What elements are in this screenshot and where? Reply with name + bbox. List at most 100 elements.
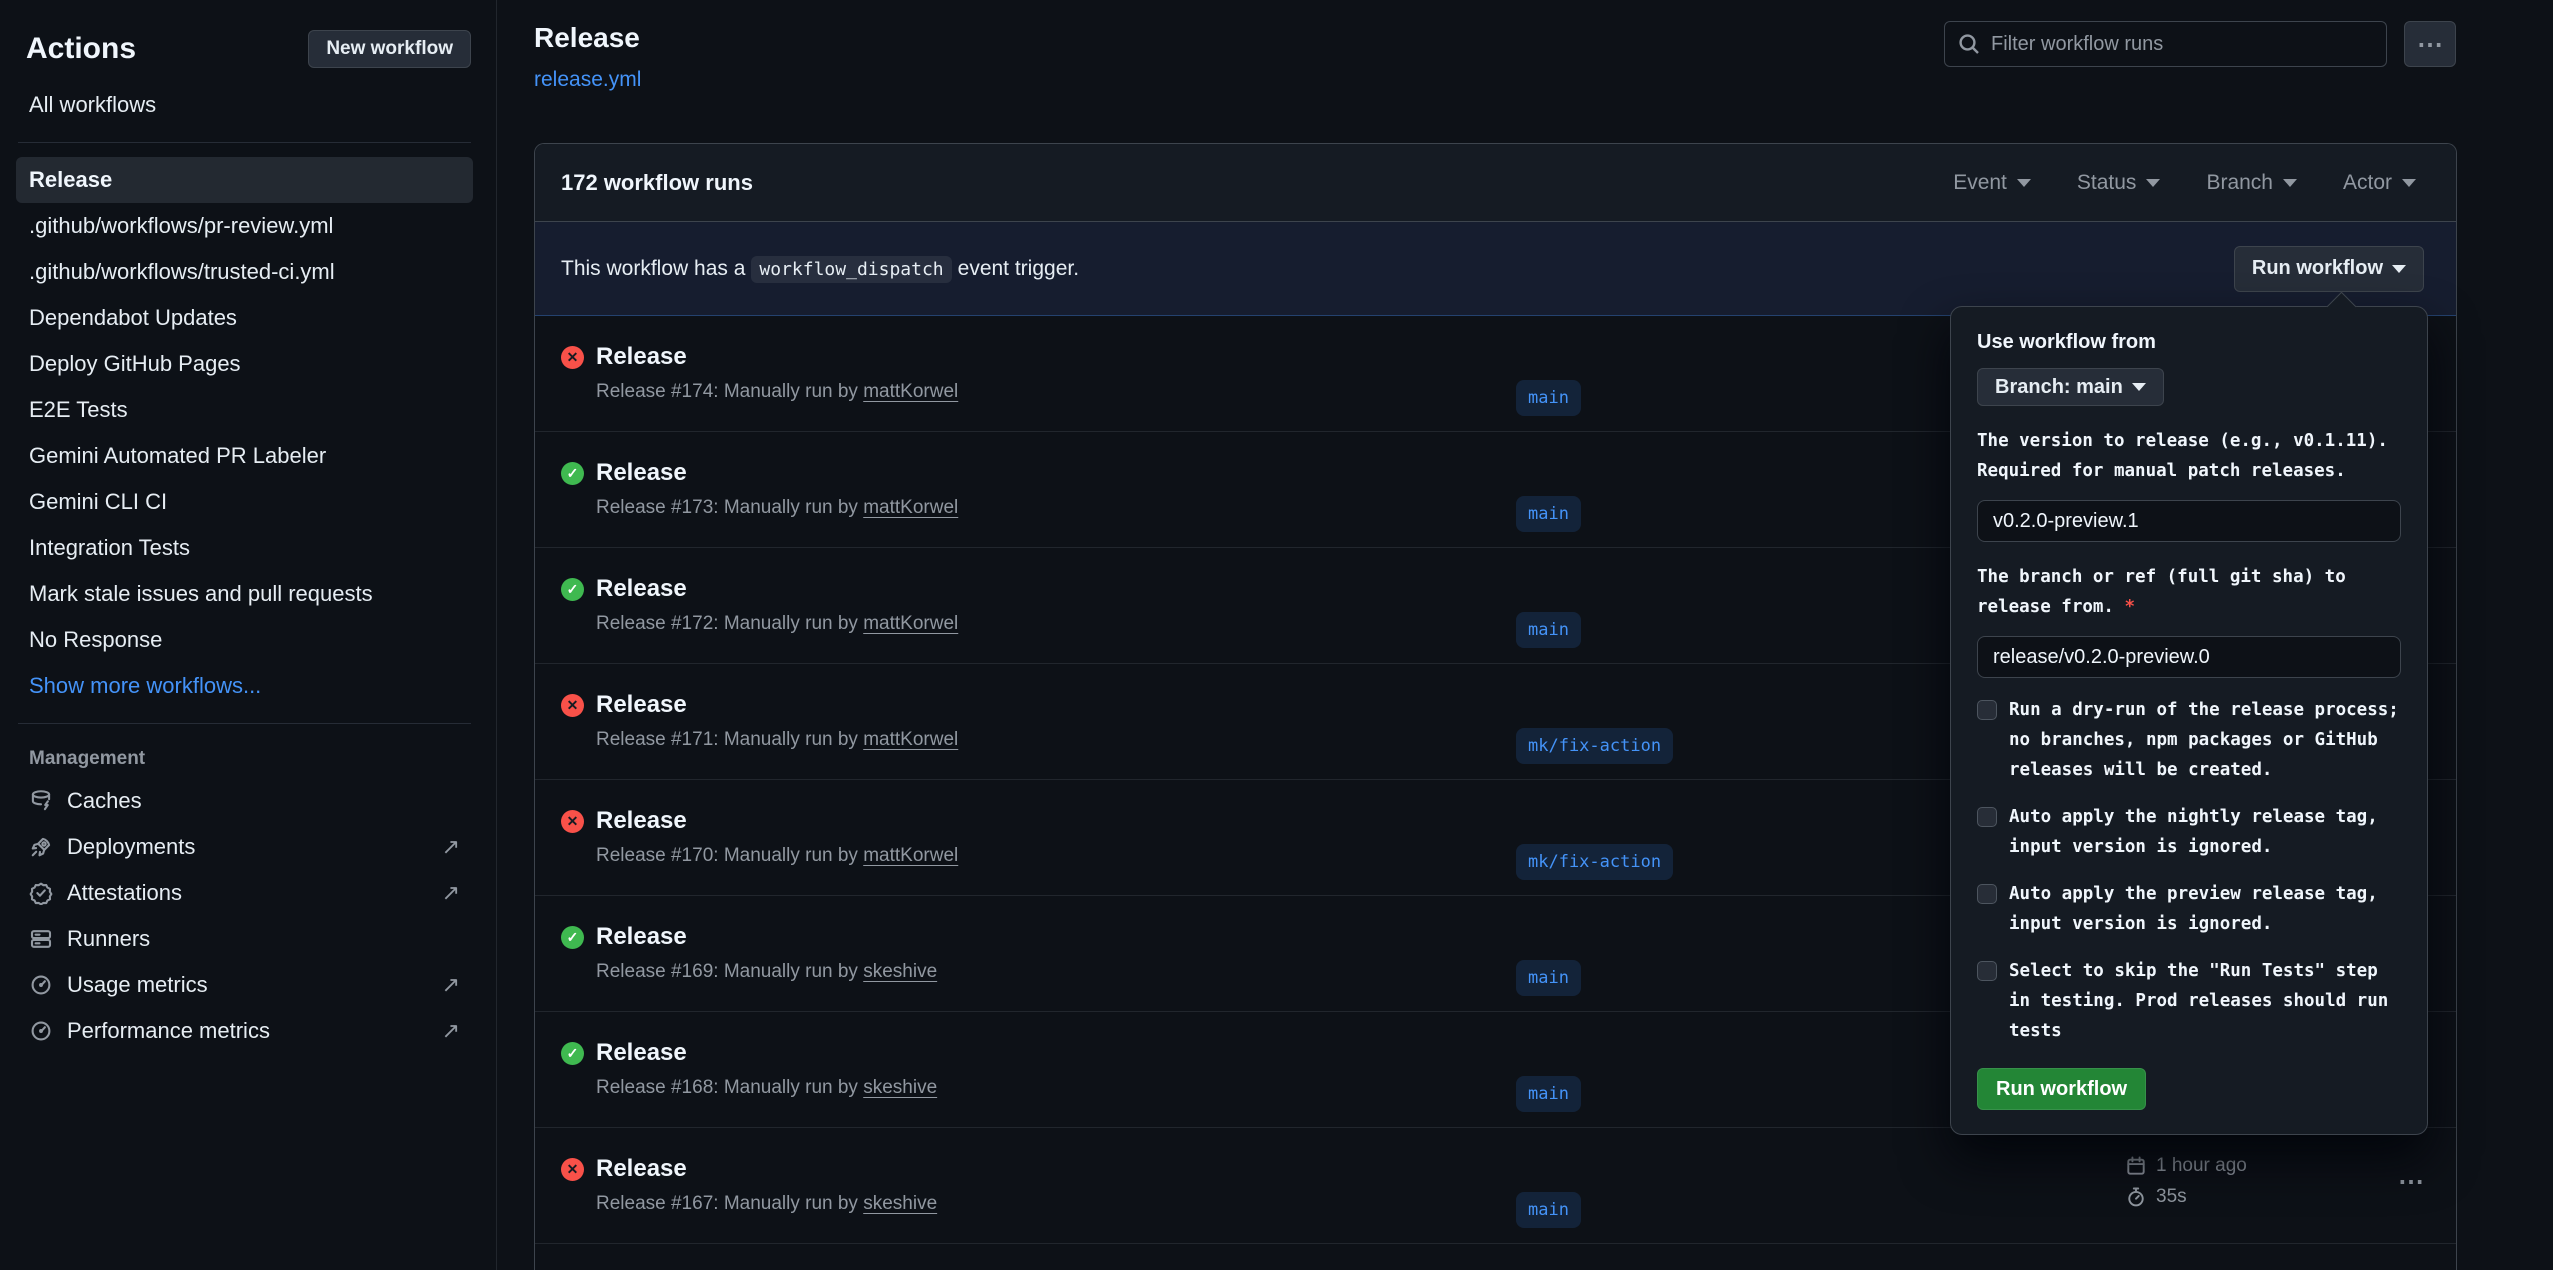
sidebar-title: Actions [26,32,136,66]
banner-text: This workflow has aworkflow_dispatcheven… [561,257,1079,281]
checkbox-input[interactable] [1977,807,1997,827]
run-actor-link[interactable]: skeshive [863,1077,937,1098]
run-title-link[interactable]: Release [596,574,687,604]
run-actor-link[interactable]: mattKorwel [863,497,958,518]
sidebar-item-management[interactable]: Usage metrics ↗ [16,962,473,1008]
run-description: Release #172: Manually run by mattKorwel [596,611,958,637]
run-info: Release Release #171: Manually run by mat… [596,690,958,753]
workflow-file-link[interactable]: release.yml [534,68,641,92]
meter-icon [29,973,53,997]
sidebar-item-management[interactable]: Performance metrics↗ [16,1008,473,1054]
success-icon: ✓ [561,926,584,949]
sidebar-item-workflow[interactable]: No Response [16,617,473,663]
sidebar-item-all-workflows[interactable]: All workflows [16,82,473,128]
run-title-link[interactable]: Release [596,458,687,488]
management-item-label: Runners [67,926,150,952]
popover-checkbox-row: Select to skip the "Run Tests" step in t… [1977,956,2401,1046]
run-description: Release #173: Manually run by mattKorwel [596,495,958,521]
workflow-list: Release.github/workflows/pr-review.yml.g… [16,157,473,663]
run-title-link[interactable]: Release [596,922,687,952]
external-link-icon: ↗ [442,972,460,998]
run-actor-link[interactable]: mattKorwel [863,613,958,634]
sidebar-item-management[interactable]: Attestations ↗ [16,870,473,916]
run-workflow-dropdown-button[interactable]: Run workflow [2234,246,2424,292]
sidebar-item-workflow[interactable]: E2E Tests [16,387,473,433]
management-item-label: Usage metrics [67,972,208,998]
branch-chip[interactable]: mk/fix-action [1516,844,1673,880]
failure-icon: ✕ [561,810,584,833]
meter-icon [29,1019,53,1043]
chevron-down-icon [2402,179,2416,187]
run-title-link[interactable]: Release [596,690,687,720]
checkbox-label: Run a dry-run of the release process; no… [2009,695,2401,785]
management-item-label: Attestations [67,880,182,906]
filter-branch[interactable]: Branch [2206,171,2297,195]
sidebar-item-workflow[interactable]: .github/workflows/trusted-ci.yml [16,249,473,295]
branch-chip[interactable]: main [1516,960,1581,996]
sidebar-item-workflow[interactable]: Integration Tests [16,525,473,571]
sidebar-item-workflow[interactable]: Dependabot Updates [16,295,473,341]
management-item-label: Caches [67,788,142,814]
branch-chip[interactable]: main [1516,496,1581,532]
checkbox-label: Auto apply the nightly release tag, inpu… [2009,802,2401,862]
sidebar-item-workflow[interactable]: .github/workflows/pr-review.yml [16,203,473,249]
branch-chip[interactable]: main [1516,1192,1581,1228]
sidebar-item-workflow[interactable]: Gemini CLI CI [16,479,473,525]
branch-select-button[interactable]: Branch: main [1977,368,2164,406]
run-title-link[interactable]: Release [596,342,687,372]
filter-event[interactable]: Event [1953,171,2031,195]
run-actor-link[interactable]: skeshive [863,1193,937,1214]
filter-actor[interactable]: Actor [2343,171,2416,195]
sidebar-item-management[interactable]: Runners [16,916,473,962]
run-title-link[interactable]: Release [596,806,687,836]
run-actor-link[interactable]: skeshive [863,961,937,982]
external-link-icon: ↗ [442,880,460,906]
run-duration: 35s [2125,1186,2247,1208]
chevron-down-icon [2392,265,2406,273]
filter-status[interactable]: Status [2077,171,2161,195]
sidebar-item-workflow[interactable]: Release [16,157,473,203]
run-description: Release #174: Manually run by mattKorwel [596,379,958,405]
sidebar-item-workflow[interactable]: Gemini Automated PR Labeler [16,433,473,479]
run-info: Release Release #173: Manually run by mat… [596,458,958,521]
new-workflow-button[interactable]: New workflow [308,30,471,68]
filter-workflow-runs-input[interactable] [1944,21,2387,67]
success-icon: ✓ [561,1042,584,1065]
run-description-text: Release #171: Manually run by [596,729,863,750]
run-title-link[interactable]: Release [596,1154,687,1184]
run-info: ReleaseRelease #168: Manually run by ske… [596,1038,937,1101]
run-actor-link[interactable]: mattKorwel [863,381,958,402]
sidebar-item-workflow[interactable]: Deploy GitHub Pages [16,341,473,387]
checkbox-input[interactable] [1977,884,1997,904]
run-kebab-menu-button[interactable]: ⋯ [2398,1166,2426,1197]
branch-chip[interactable]: main [1516,612,1581,648]
version-input[interactable] [1977,500,2401,542]
run-workflow-submit-button[interactable]: Run workflow [1977,1068,2146,1110]
filter-label: Status [2077,171,2137,195]
checkbox-input[interactable] [1977,700,1997,720]
search-icon [1957,32,1981,56]
run-description-text: Release #169: Manually run by [596,961,863,982]
page-kebab-menu-button[interactable]: ⋯ [2404,21,2456,67]
run-actor-link[interactable]: mattKorwel [863,729,958,750]
run-description-text: Release #173: Manually run by [596,497,863,518]
sidebar-item-management[interactable]: Caches [16,778,473,824]
show-more-workflows-link[interactable]: Show more workflows... [16,663,473,709]
divider [18,142,471,143]
run-description-text: Release #170: Manually run by [596,845,863,866]
checkbox-label: Select to skip the "Run Tests" step in t… [2009,956,2401,1046]
run-actor-link[interactable]: mattKorwel [863,845,958,866]
sidebar-item-workflow[interactable]: Mark stale issues and pull requests [16,571,473,617]
sidebar-item-management[interactable]: Deployments↗ [16,824,473,870]
rocket-icon [29,835,53,859]
branch-chip[interactable]: main [1516,380,1581,416]
workflow-runs-count: 172 workflow runs [561,170,753,196]
checkbox-input[interactable] [1977,961,1997,981]
run-title-link[interactable]: Release [596,1038,687,1068]
ref-input[interactable] [1977,636,2401,678]
run-duration-label: 35s [2156,1186,2187,1208]
branch-chip[interactable]: mk/fix-action [1516,728,1673,764]
branch-chip[interactable]: main [1516,1076,1581,1112]
workflow-nav: All workflows Release.github/workflows/p… [0,78,496,1054]
run-info: Release Release #170: Manually run by mat… [596,806,958,869]
